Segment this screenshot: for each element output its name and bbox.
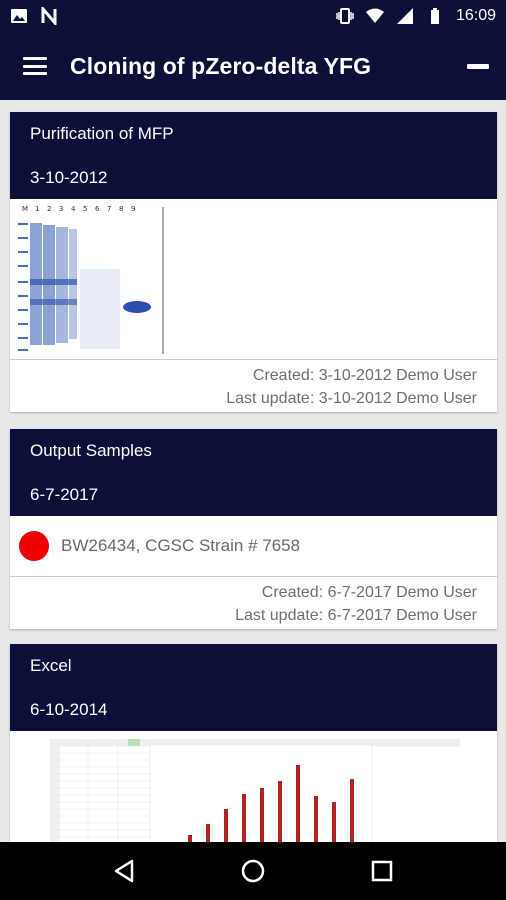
navigation-bar <box>0 842 506 900</box>
spreadsheet-chart-image[interactable] <box>10 731 497 842</box>
updated-text: Last update: 3-10-2012 Demo User <box>226 390 477 407</box>
card-title: Excel <box>30 656 72 675</box>
svg-text:1: 1 <box>35 205 39 213</box>
recents-button[interactable] <box>362 851 402 891</box>
card-date: 3-10-2012 <box>30 168 108 187</box>
n-icon <box>41 7 57 25</box>
image-icon <box>11 9 27 23</box>
home-icon <box>241 859 265 883</box>
updated-text: Last update: 6-7-2017 Demo User <box>235 607 477 624</box>
gel-electrophoresis-image[interactable]: M 1 2 3 4 5 6 7 8 9 <box>10 199 497 359</box>
sample-color-dot <box>19 531 49 561</box>
card-header: Excel 6-10-2014 <box>10 644 497 731</box>
menu-button[interactable] <box>0 32 70 100</box>
svg-text:7: 7 <box>107 205 111 213</box>
card-title: Purification of MFP <box>30 124 174 143</box>
svg-text:3: 3 <box>59 205 63 213</box>
card-meta: Created: 6-7-2017 Demo User Last update:… <box>10 576 497 629</box>
hamburger-icon <box>23 57 47 75</box>
sample-row[interactable]: BW26434, CGSC Strain # 7658 <box>10 516 497 576</box>
card-header: Output Samples 6-7-2017 <box>10 429 497 516</box>
app-bar: Cloning of pZero-delta YFG <box>0 32 506 100</box>
card-date: 6-7-2017 <box>30 485 99 504</box>
card-list[interactable]: Purification of MFP 3-10-2012 M 1 2 3 4 … <box>0 100 506 842</box>
svg-text:8: 8 <box>119 205 123 213</box>
card-output-samples[interactable]: Output Samples 6-7-2017 BW26434, CGSC St… <box>10 429 497 629</box>
battery-icon <box>430 8 439 24</box>
page-title: Cloning of pZero-delta YFG <box>70 52 372 79</box>
collapse-icon <box>467 63 489 69</box>
svg-text:5: 5 <box>83 205 87 213</box>
svg-text:2: 2 <box>47 205 51 213</box>
created-text: Created: 6-7-2017 Demo User <box>261 584 477 601</box>
svg-text:M: M <box>22 205 28 213</box>
back-icon <box>115 859 134 883</box>
collapse-button[interactable] <box>450 32 506 100</box>
card-excel[interactable]: Excel 6-10-2014 <box>10 644 497 842</box>
vibrate-icon <box>336 8 354 24</box>
signal-icon <box>396 8 413 24</box>
card-meta: Created: 3-10-2012 Demo User Last update… <box>10 359 497 412</box>
card-title: Output Samples <box>30 441 152 460</box>
status-bar: 16:09 <box>0 0 506 32</box>
recents-icon <box>371 860 392 882</box>
svg-text:6: 6 <box>95 205 100 213</box>
card-date: 6-10-2014 <box>30 700 108 719</box>
home-button[interactable] <box>233 851 273 891</box>
back-button[interactable] <box>104 851 144 891</box>
card-purification[interactable]: Purification of MFP 3-10-2012 M 1 2 3 4 … <box>10 112 497 412</box>
status-time: 16:09 <box>455 7 496 24</box>
svg-text:9: 9 <box>131 205 135 213</box>
card-header: Purification of MFP 3-10-2012 <box>10 112 497 199</box>
sample-text: BW26434, CGSC Strain # 7658 <box>61 536 301 555</box>
wifi-icon <box>365 8 384 23</box>
svg-text:4: 4 <box>71 205 76 213</box>
created-text: Created: 3-10-2012 Demo User <box>252 367 477 384</box>
